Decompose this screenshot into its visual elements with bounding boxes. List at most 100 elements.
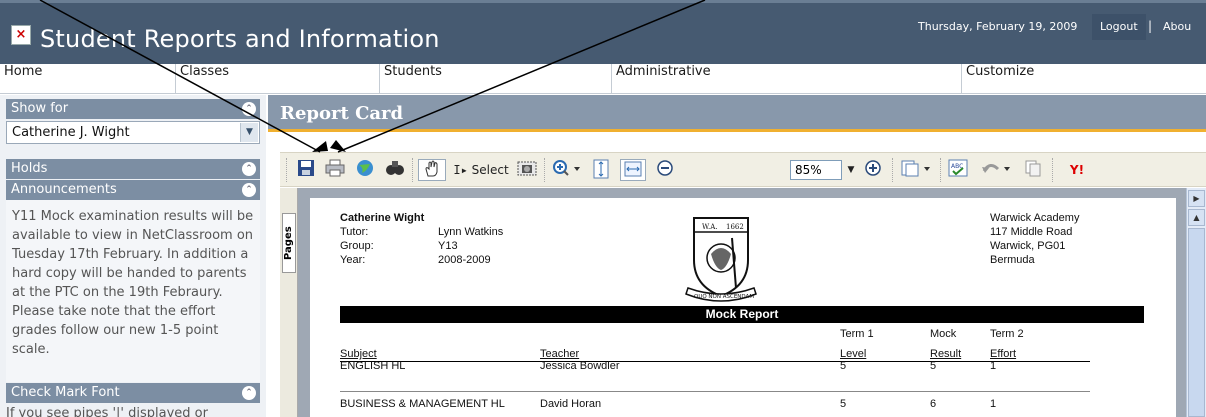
main-content: Report Card I▸ Select 85% ▼ ABC Y! Pages… xyxy=(268,95,1206,417)
scrollbar-thumb[interactable] xyxy=(1188,228,1205,417)
row-subject: ENGLISH HL xyxy=(340,360,406,372)
student-name: Catherine Wight xyxy=(340,212,425,224)
copy-icon[interactable] xyxy=(1022,159,1044,181)
announcements-header[interactable]: Announcements ⌃ xyxy=(6,180,260,200)
column-term2-bottom: Effort xyxy=(990,348,1017,360)
page-title: Report Card xyxy=(268,95,1206,132)
school-city: Warwick, PG01 xyxy=(990,240,1066,252)
school-address-line: 117 Middle Road xyxy=(990,226,1073,238)
svg-text:QUO NON ASCENDAM: QUO NON ASCENDAM xyxy=(694,294,754,300)
school-name: Warwick Academy xyxy=(990,212,1080,224)
email-globe-icon[interactable] xyxy=(354,159,376,181)
zoom-level-input[interactable]: 85% xyxy=(790,160,842,180)
select-tool-button[interactable]: I▸ Select xyxy=(450,159,512,181)
toolbar-separator xyxy=(412,158,414,182)
zoom-out-icon[interactable] xyxy=(654,159,676,181)
chevron-down-icon[interactable]: ▼ xyxy=(844,159,858,181)
collapse-icon[interactable]: ⌃ xyxy=(242,386,256,400)
toolbar-separator xyxy=(1052,158,1054,182)
collapse-icon[interactable]: ⌃ xyxy=(242,102,256,116)
nav-home[interactable]: Home xyxy=(0,64,175,94)
close-icon[interactable]: × xyxy=(11,25,31,45)
yahoo-toolbar-icon[interactable]: Y! xyxy=(1060,159,1094,181)
school-crest-logo: W.A. 1662 QUO NON ASCENDAM xyxy=(685,217,757,302)
nav-students[interactable]: Students xyxy=(379,64,611,94)
text-cursor-icon: I▸ xyxy=(453,163,468,177)
column-term2-top: Term 2 xyxy=(990,328,1024,340)
rotate-pages-icon[interactable] xyxy=(898,159,934,181)
find-icon[interactable] xyxy=(384,159,406,181)
app-title: Student Reports and Information xyxy=(40,25,440,53)
select-tool-label: Select xyxy=(471,163,509,177)
row-effort: 1 xyxy=(990,398,997,410)
expand-right-icon[interactable]: ▶ xyxy=(1188,190,1205,207)
collapse-icon[interactable]: ⌃ xyxy=(242,162,256,176)
row-effort: 1 xyxy=(990,360,997,372)
report-banner: Mock Report xyxy=(340,306,1144,323)
chevron-down-icon[interactable]: ▼ xyxy=(240,123,258,142)
report-document: Catherine Wight Tutor: Lynn Watkins Grou… xyxy=(310,198,1176,417)
column-mock-top: Mock xyxy=(930,328,957,340)
column-subject: Subject xyxy=(340,348,377,360)
print-icon[interactable] xyxy=(324,159,346,181)
toolbar-separator xyxy=(892,158,894,182)
row-teacher: Jessica Bowdler xyxy=(540,360,620,372)
scroll-up-icon[interactable]: ▲ xyxy=(1188,209,1205,226)
announcements-label: Announcements xyxy=(11,182,117,197)
svg-text:W.A.: W.A. xyxy=(702,223,717,231)
vertical-scrollbar[interactable]: ▶ ▲ xyxy=(1186,188,1206,417)
app-header: × Student Reports and Information Thursd… xyxy=(0,0,1206,64)
zoom-in-tool-icon[interactable] xyxy=(550,159,584,181)
tutor-value: Lynn Watkins xyxy=(438,226,504,238)
undo-icon[interactable] xyxy=(978,159,1016,181)
year-value: 2008-2009 xyxy=(438,254,491,266)
show-for-header[interactable]: Show for ⌃ xyxy=(6,99,260,119)
header-separator: | xyxy=(1148,19,1153,33)
column-term1-top: Term 1 xyxy=(840,328,874,340)
logout-link[interactable]: Logout xyxy=(1092,14,1146,40)
app-window: × Student Reports and Information Thursd… xyxy=(0,0,1206,417)
row-teacher: David Horan xyxy=(540,398,602,410)
group-value: Y13 xyxy=(438,240,458,252)
school-country: Bermuda xyxy=(990,254,1035,266)
student-select[interactable]: Catherine J. Wight ▼ xyxy=(6,121,260,144)
pdf-toolbar: I▸ Select 85% ▼ ABC Y! xyxy=(280,152,1206,187)
column-mock-bottom: Result xyxy=(930,348,962,360)
show-for-label: Show for xyxy=(11,101,69,116)
check-mark-font-header[interactable]: Check Mark Font ⌃ xyxy=(6,383,260,403)
holds-label: Holds xyxy=(11,161,48,176)
nav-classes[interactable]: Classes xyxy=(175,64,379,94)
check-mark-help-text: If you see pipes '|' displayed or xyxy=(6,406,208,417)
header-rule xyxy=(340,361,1090,362)
row-level: 5 xyxy=(840,360,847,372)
spell-check-icon[interactable]: ABC xyxy=(946,159,970,181)
main-nav: Home Classes Students Administrative Cus… xyxy=(0,64,1206,94)
toolbar-separator xyxy=(940,158,942,182)
current-date: Thursday, February 19, 2009 xyxy=(918,20,1078,33)
group-label: Group: xyxy=(340,240,374,252)
holds-header[interactable]: Holds ⌃ xyxy=(6,159,260,179)
zoom-in-icon[interactable] xyxy=(862,159,884,181)
row-subject: BUSINESS & MANAGEMENT HL xyxy=(340,398,505,410)
fit-page-icon[interactable] xyxy=(590,159,612,181)
nav-customize[interactable]: Customize xyxy=(961,64,1206,94)
save-icon[interactable] xyxy=(296,159,316,181)
check-mark-font-label: Check Mark Font xyxy=(11,385,120,400)
hand-tool-icon[interactable] xyxy=(418,159,446,181)
collapse-icon[interactable]: ⌃ xyxy=(242,183,256,197)
toolbar-grip xyxy=(286,158,288,182)
nav-administrative[interactable]: Administrative xyxy=(611,64,961,94)
row-result: 6 xyxy=(930,398,937,410)
snapshot-icon[interactable] xyxy=(516,159,538,181)
announcement-text: Y11 Mock examination results will be ava… xyxy=(6,200,260,382)
column-teacher: Teacher xyxy=(540,348,580,360)
pages-tab[interactable]: Pages xyxy=(282,213,296,273)
column-term1-bottom: Level xyxy=(840,348,867,360)
row-rule xyxy=(340,391,1090,392)
spacer xyxy=(268,135,1206,153)
about-link[interactable]: Abou xyxy=(1163,20,1191,33)
pdf-viewer: Pages Catherine Wight Tutor: Lynn Watkin… xyxy=(280,188,1206,417)
row-level: 5 xyxy=(840,398,847,410)
fit-width-icon[interactable] xyxy=(620,159,646,181)
svg-text:1662: 1662 xyxy=(726,223,744,231)
